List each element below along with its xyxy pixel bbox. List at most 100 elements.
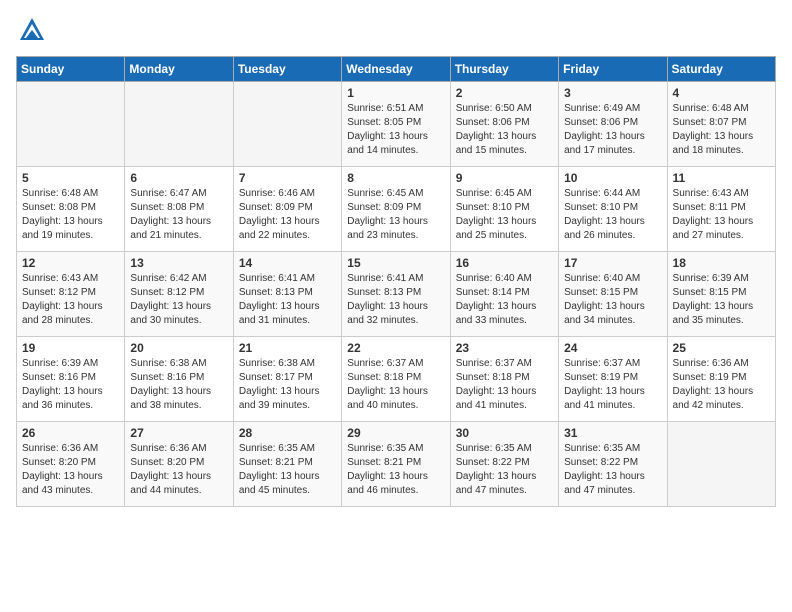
cell-info: Sunrise: 6:50 AM Sunset: 8:06 PM Dayligh… xyxy=(456,102,553,158)
calendar-cell: 16 Sunrise: 6:40 AM Sunset: 8:14 PM Dayli… xyxy=(450,252,558,337)
day-number: 16 xyxy=(456,256,553,270)
day-number: 7 xyxy=(239,171,336,185)
cell-info: Sunrise: 6:48 AM Sunset: 8:07 PM Dayligh… xyxy=(673,102,770,158)
calendar-cell: 2 Sunrise: 6:50 AM Sunset: 8:06 PM Daylig… xyxy=(450,82,558,167)
cell-info: Sunrise: 6:40 AM Sunset: 8:14 PM Dayligh… xyxy=(456,272,553,328)
calendar-cell: 10Sunrise: 6:44 AM Sunset: 8:10 PM Dayli… xyxy=(559,167,667,252)
day-number: 1 xyxy=(347,86,444,100)
day-number: 21 xyxy=(239,341,336,355)
day-number: 11 xyxy=(673,171,770,185)
calendar-cell: 15 Sunrise: 6:41 AM Sunset: 8:13 PM Dayli… xyxy=(342,252,450,337)
day-number: 18 xyxy=(673,256,770,270)
cell-info: Sunrise: 6:39 AM Sunset: 8:15 PM Dayligh… xyxy=(673,272,770,328)
day-header: Sunday xyxy=(17,57,125,82)
cell-info: Sunrise: 6:40 AM Sunset: 8:15 PM Dayligh… xyxy=(564,272,661,328)
calendar-cell: 25Sunrise: 6:36 AM Sunset: 8:19 PM Dayli… xyxy=(667,337,775,422)
cell-info: Sunrise: 6:35 AM Sunset: 8:22 PM Dayligh… xyxy=(564,442,661,498)
calendar-cell: 3 Sunrise: 6:49 AM Sunset: 8:06 PM Daylig… xyxy=(559,82,667,167)
day-number: 31 xyxy=(564,426,661,440)
day-number: 13 xyxy=(130,256,227,270)
calendar-cell: 8 Sunrise: 6:45 AM Sunset: 8:09 PM Daylig… xyxy=(342,167,450,252)
day-header: Saturday xyxy=(667,57,775,82)
calendar-cell: 24 Sunrise: 6:37 AM Sunset: 8:19 PM Dayli… xyxy=(559,337,667,422)
cell-info: Sunrise: 6:47 AM Sunset: 8:08 PM Dayligh… xyxy=(130,187,227,243)
day-number: 17 xyxy=(564,256,661,270)
calendar-cell: 30 Sunrise: 6:35 AM Sunset: 8:22 PM Dayli… xyxy=(450,422,558,507)
calendar-cell: 21 Sunrise: 6:38 AM Sunset: 8:17 PM Dayli… xyxy=(233,337,341,422)
cell-info: Sunrise: 6:51 AM Sunset: 8:05 PM Dayligh… xyxy=(347,102,444,158)
calendar-cell: 12 Sunrise: 6:43 AM Sunset: 8:12 PM Dayli… xyxy=(17,252,125,337)
calendar-cell: 22 Sunrise: 6:37 AM Sunset: 8:18 PM Dayli… xyxy=(342,337,450,422)
calendar-cell: 29 Sunrise: 6:35 AM Sunset: 8:21 PM Dayli… xyxy=(342,422,450,507)
calendar-cell: 17 Sunrise: 6:40 AM Sunset: 8:15 PM Dayli… xyxy=(559,252,667,337)
calendar-cell: 7 Sunrise: 6:46 AM Sunset: 8:09 PM Daylig… xyxy=(233,167,341,252)
day-number: 25 xyxy=(673,341,770,355)
cell-info: Sunrise: 6:35 AM Sunset: 8:21 PM Dayligh… xyxy=(239,442,336,498)
calendar-cell: 5 Sunrise: 6:48 AM Sunset: 8:08 PM Daylig… xyxy=(17,167,125,252)
day-number: 4 xyxy=(673,86,770,100)
calendar-cell xyxy=(125,82,233,167)
cell-info: Sunrise: 6:37 AM Sunset: 8:19 PM Dayligh… xyxy=(564,357,661,413)
cell-info: Sunrise: 6:38 AM Sunset: 8:17 PM Dayligh… xyxy=(239,357,336,413)
calendar-cell: 26 Sunrise: 6:36 AM Sunset: 8:20 PM Dayli… xyxy=(17,422,125,507)
page-header xyxy=(16,16,776,44)
calendar-cell: 4 Sunrise: 6:48 AM Sunset: 8:07 PM Daylig… xyxy=(667,82,775,167)
cell-info: Sunrise: 6:41 AM Sunset: 8:13 PM Dayligh… xyxy=(347,272,444,328)
cell-info: Sunrise: 6:39 AM Sunset: 8:16 PM Dayligh… xyxy=(22,357,119,413)
cell-info: Sunrise: 6:42 AM Sunset: 8:12 PM Dayligh… xyxy=(130,272,227,328)
cell-info: Sunrise: 6:44 AM Sunset: 8:10 PM Dayligh… xyxy=(564,187,661,243)
day-number: 14 xyxy=(239,256,336,270)
calendar-cell: 20 Sunrise: 6:38 AM Sunset: 8:16 PM Dayli… xyxy=(125,337,233,422)
day-number: 2 xyxy=(456,86,553,100)
calendar-cell: 6 Sunrise: 6:47 AM Sunset: 8:08 PM Daylig… xyxy=(125,167,233,252)
calendar-cell: 18 Sunrise: 6:39 AM Sunset: 8:15 PM Dayli… xyxy=(667,252,775,337)
cell-info: Sunrise: 6:48 AM Sunset: 8:08 PM Dayligh… xyxy=(22,187,119,243)
calendar-cell: 9 Sunrise: 6:45 AM Sunset: 8:10 PM Daylig… xyxy=(450,167,558,252)
cell-info: Sunrise: 6:35 AM Sunset: 8:21 PM Dayligh… xyxy=(347,442,444,498)
day-number: 6 xyxy=(130,171,227,185)
day-number: 26 xyxy=(22,426,119,440)
calendar-cell: 27 Sunrise: 6:36 AM Sunset: 8:20 PM Dayli… xyxy=(125,422,233,507)
day-number: 29 xyxy=(347,426,444,440)
logo xyxy=(16,16,52,44)
cell-info: Sunrise: 6:36 AM Sunset: 8:20 PM Dayligh… xyxy=(130,442,227,498)
calendar-cell xyxy=(667,422,775,507)
day-header: Friday xyxy=(559,57,667,82)
day-number: 3 xyxy=(564,86,661,100)
calendar-cell: 23Sunrise: 6:37 AM Sunset: 8:18 PM Dayli… xyxy=(450,337,558,422)
calendar-cell: 11Sunrise: 6:43 AM Sunset: 8:11 PM Dayli… xyxy=(667,167,775,252)
cell-info: Sunrise: 6:38 AM Sunset: 8:16 PM Dayligh… xyxy=(130,357,227,413)
day-number: 28 xyxy=(239,426,336,440)
calendar-cell: 13 Sunrise: 6:42 AM Sunset: 8:12 PM Dayli… xyxy=(125,252,233,337)
day-number: 22 xyxy=(347,341,444,355)
cell-info: Sunrise: 6:43 AM Sunset: 8:12 PM Dayligh… xyxy=(22,272,119,328)
day-header: Tuesday xyxy=(233,57,341,82)
cell-info: Sunrise: 6:37 AM Sunset: 8:18 PM Dayligh… xyxy=(347,357,444,413)
calendar-cell: 28 Sunrise: 6:35 AM Sunset: 8:21 PM Dayli… xyxy=(233,422,341,507)
day-header: Thursday xyxy=(450,57,558,82)
day-number: 24 xyxy=(564,341,661,355)
day-number: 12 xyxy=(22,256,119,270)
day-number: 5 xyxy=(22,171,119,185)
cell-info: Sunrise: 6:49 AM Sunset: 8:06 PM Dayligh… xyxy=(564,102,661,158)
day-number: 30 xyxy=(456,426,553,440)
cell-info: Sunrise: 6:45 AM Sunset: 8:09 PM Dayligh… xyxy=(347,187,444,243)
cell-info: Sunrise: 6:45 AM Sunset: 8:10 PM Dayligh… xyxy=(456,187,553,243)
calendar-cell: 14Sunrise: 6:41 AM Sunset: 8:13 PM Dayli… xyxy=(233,252,341,337)
day-header: Wednesday xyxy=(342,57,450,82)
cell-info: Sunrise: 6:35 AM Sunset: 8:22 PM Dayligh… xyxy=(456,442,553,498)
logo-icon xyxy=(16,16,48,44)
cell-info: Sunrise: 6:36 AM Sunset: 8:20 PM Dayligh… xyxy=(22,442,119,498)
calendar-cell: 1 Sunrise: 6:51 AM Sunset: 8:05 PM Daylig… xyxy=(342,82,450,167)
day-number: 15 xyxy=(347,256,444,270)
day-number: 19 xyxy=(22,341,119,355)
calendar-cell xyxy=(17,82,125,167)
day-number: 8 xyxy=(347,171,444,185)
cell-info: Sunrise: 6:46 AM Sunset: 8:09 PM Dayligh… xyxy=(239,187,336,243)
calendar-cell xyxy=(233,82,341,167)
day-number: 9 xyxy=(456,171,553,185)
day-number: 27 xyxy=(130,426,227,440)
calendar-table: SundayMondayTuesdayWednesdayThursdayFrid… xyxy=(16,56,776,507)
day-number: 20 xyxy=(130,341,227,355)
day-header: Monday xyxy=(125,57,233,82)
